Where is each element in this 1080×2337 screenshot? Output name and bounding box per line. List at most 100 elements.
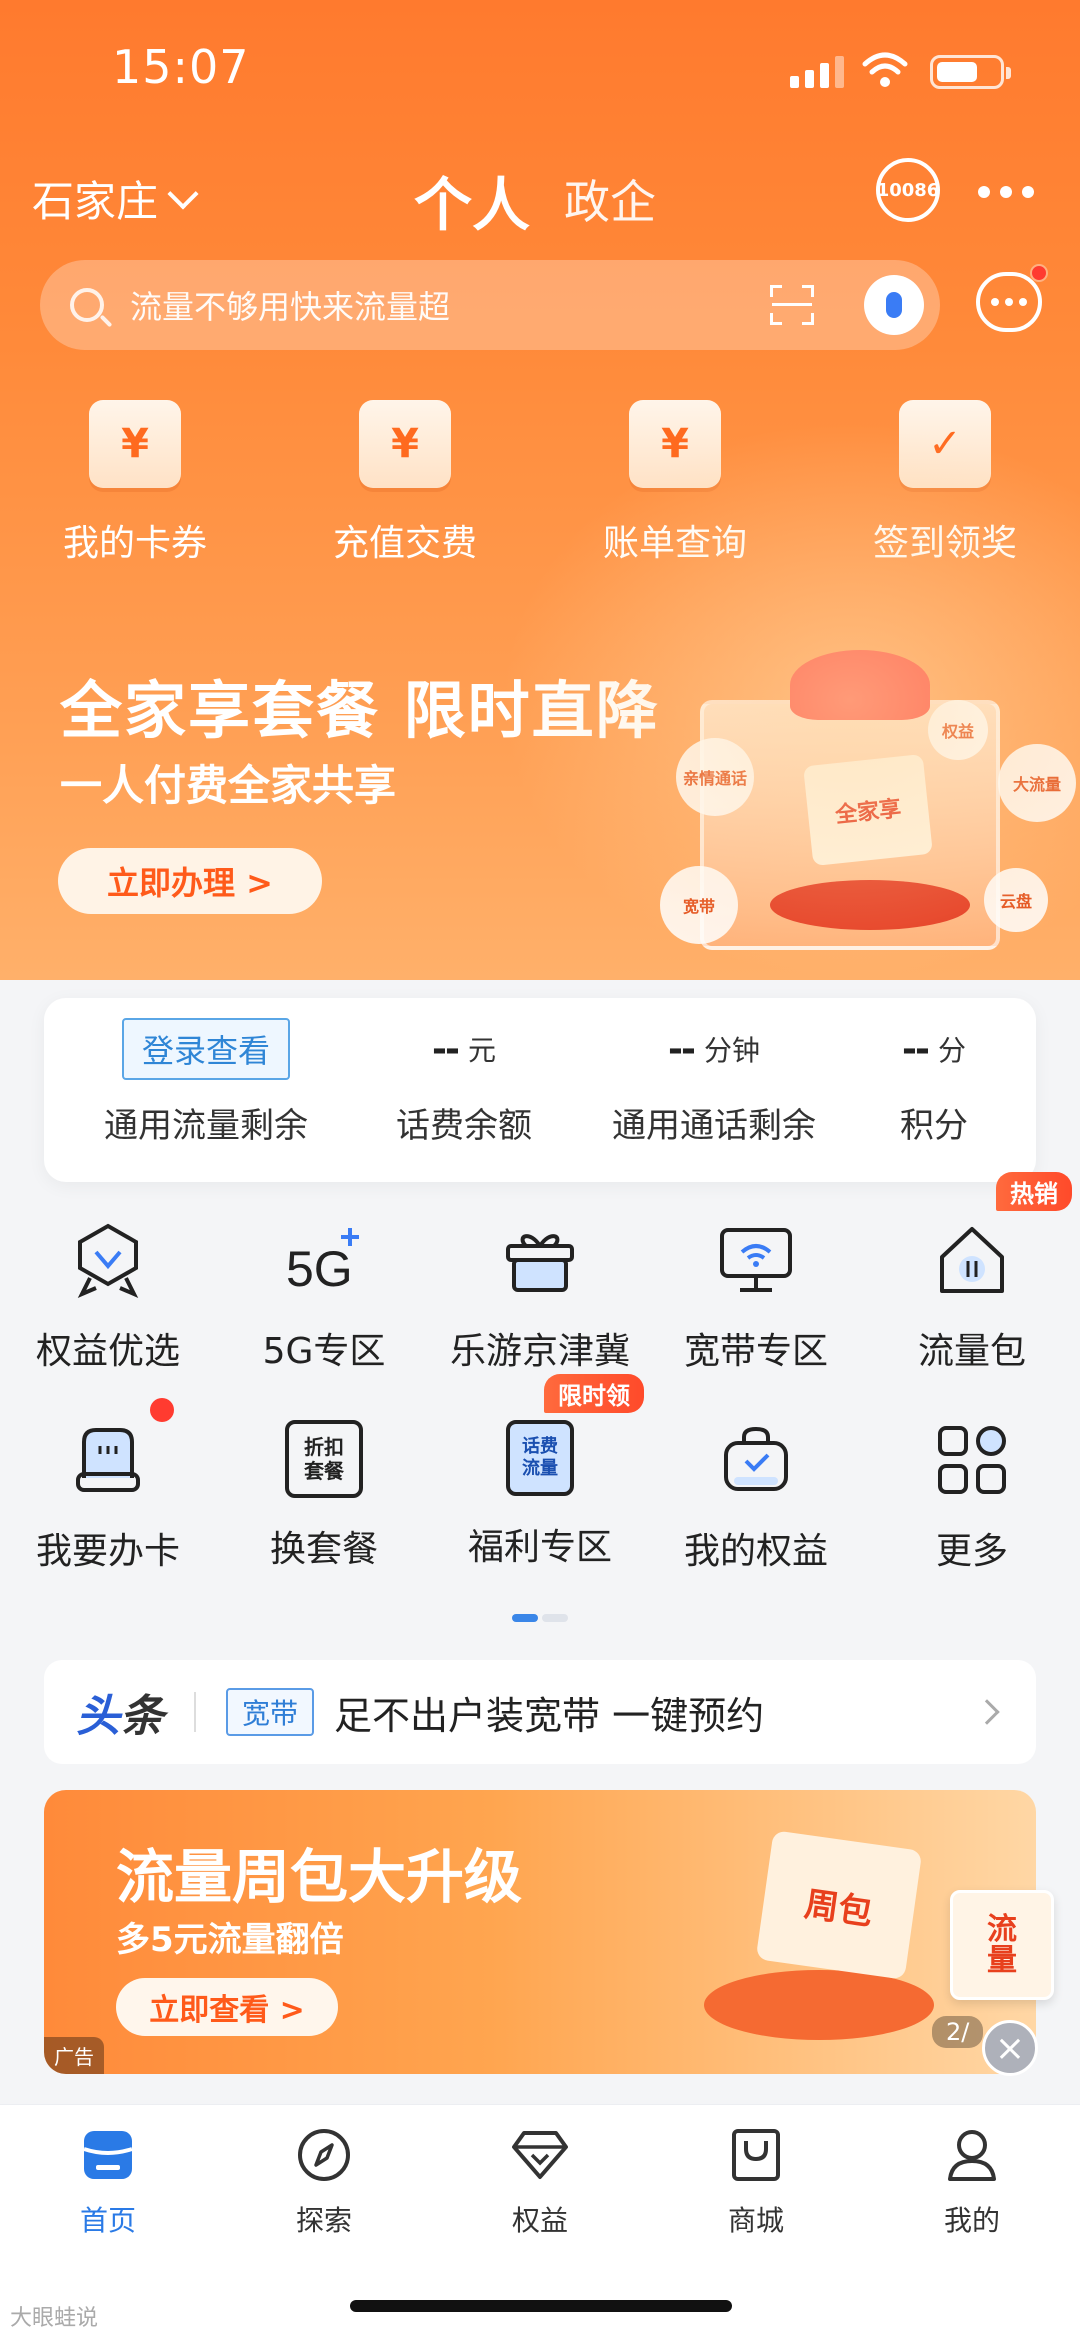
headline-logo: 头条: [76, 1691, 164, 1742]
service-label: 更多: [935, 1531, 1008, 1572]
quick-actions: ¥ 我的卡券 ¥ 充值交费 ¥ 账单查询 ✓ 签到领奖: [0, 400, 1080, 566]
quick-action-coupons[interactable]: ¥ 我的卡券: [0, 400, 270, 566]
service-label: 权益优选: [35, 1331, 180, 1372]
close-icon[interactable]: ×: [982, 2020, 1038, 2076]
stat-unit: 分: [937, 1034, 966, 1067]
floating-ad-text: 流量: [987, 1911, 1017, 1978]
service-label: 流量包: [917, 1331, 1026, 1372]
ad-view-button[interactable]: 立即查看 >: [116, 1978, 338, 2036]
service-5g-zone[interactable]: 5G 5G专区: [216, 1200, 432, 1400]
unread-dot: [1030, 264, 1048, 282]
ad-label: 广告: [44, 2037, 104, 2074]
bubble-broadband: 宽带: [660, 866, 738, 944]
ad-title: 流量周包大升级: [116, 1843, 523, 1911]
status-bar: 15:07: [0, 0, 1080, 140]
service-label: 我的权益: [683, 1531, 828, 1572]
quick-action-label: 充值交费: [332, 523, 477, 564]
quick-action-label: 签到领奖: [872, 523, 1017, 564]
tab-personal[interactable]: 个人: [414, 158, 530, 242]
hotline-10086-icon[interactable]: 10086: [876, 158, 940, 222]
my-benefits-icon: [716, 1420, 796, 1500]
service-my-benefits[interactable]: 我的权益: [648, 1400, 864, 1600]
ad-page-indicator: 2/: [932, 2016, 984, 2048]
service-benefits-select[interactable]: 权益优选: [0, 1200, 216, 1400]
service-label: 我要办卡: [35, 1531, 180, 1572]
icon-text: 折扣套餐: [304, 1435, 344, 1483]
service-travel-jjj[interactable]: 乐游京津冀: [432, 1200, 648, 1400]
ad-podium-illustration: [704, 1970, 934, 2040]
status-time: 15:07: [112, 40, 250, 94]
battery-icon: [930, 55, 1011, 89]
gift-bow-illustration: [790, 650, 930, 720]
service-grid: 权益优选 5G 5G专区 乐游京津冀 宽带专区 热销 流量包 我要办卡 折扣套餐…: [0, 1172, 1080, 1600]
podium-illustration: [770, 880, 970, 930]
nav-label: 权益: [511, 2204, 568, 2237]
watermark: 大眼蛙说: [10, 2306, 99, 2331]
5g-icon: 5G: [284, 1220, 364, 1300]
service-label: 乐游京津冀: [449, 1331, 630, 1372]
sim-card-icon: [68, 1420, 148, 1500]
scan-icon[interactable]: [770, 285, 814, 325]
nav-shop[interactable]: 商城: [648, 2125, 864, 2239]
city-selector[interactable]: 石家庄: [32, 168, 199, 229]
stat-number: --: [432, 1028, 460, 1070]
stat-call-remaining[interactable]: -- 分钟 通用通话剩余: [564, 1018, 864, 1147]
service-welfare-zone[interactable]: 限时领 话费流量 福利专区: [432, 1374, 648, 1600]
stat-value: -- 元: [432, 1018, 496, 1080]
stat-unit: 元: [467, 1034, 496, 1067]
quick-action-label: 账单查询: [602, 523, 747, 564]
more-menu-icon[interactable]: [978, 186, 1034, 198]
service-data-pack[interactable]: 热销 流量包: [864, 1172, 1080, 1400]
nav-explore[interactable]: 探索: [216, 2125, 432, 2239]
more-grid-icon: [932, 1420, 1012, 1500]
coupon-icon: ¥: [89, 400, 181, 488]
search-icon: [70, 288, 104, 322]
headline-tag: 宽带: [226, 1688, 315, 1736]
stat-points[interactable]: -- 分 积分: [844, 1018, 1024, 1147]
floating-data-ad[interactable]: 流量: [950, 1890, 1054, 2000]
signal-icon: [790, 56, 844, 88]
stat-unit: 分钟: [703, 1034, 760, 1067]
search-input[interactable]: 流量不够用快来流量超: [130, 282, 770, 328]
recharge-icon: ¥: [359, 400, 451, 488]
quick-action-recharge[interactable]: ¥ 充值交费: [270, 400, 540, 566]
hero-banner-subtitle: 一人付费全家共享: [60, 761, 397, 810]
gift-icon: [500, 1220, 580, 1300]
microphone-icon[interactable]: [864, 275, 924, 335]
service-more[interactable]: 更多: [864, 1400, 1080, 1600]
broadband-icon: [716, 1220, 796, 1300]
stat-balance[interactable]: -- 元 话费余额: [344, 1018, 584, 1147]
divider: [194, 1692, 196, 1732]
quick-action-bill[interactable]: ¥ 账单查询: [540, 400, 810, 566]
tab-enterprise[interactable]: 政企: [564, 166, 656, 232]
message-icon[interactable]: [976, 264, 1048, 332]
discount-plan-icon: 折扣套餐: [285, 1420, 363, 1498]
search-bar[interactable]: 流量不够用快来流量超: [40, 260, 940, 350]
service-change-plan[interactable]: 折扣套餐 换套餐: [216, 1400, 432, 1600]
grid-pager: [512, 1614, 568, 1622]
service-broadband-zone[interactable]: 宽带专区: [648, 1200, 864, 1400]
nav-label: 商城: [727, 2204, 784, 2237]
hero-banner-button[interactable]: 立即办理 >: [58, 848, 322, 914]
quick-action-checkin[interactable]: ✓ 签到领奖: [810, 400, 1080, 566]
stat-data-remaining[interactable]: 登录查看 通用流量剩余: [56, 1018, 356, 1147]
weekly-pack-illustration: 周包: [755, 1830, 923, 1980]
hot-sale-tag: 热销: [996, 1172, 1072, 1211]
ad-subtitle: 多5元流量翻倍: [116, 1920, 344, 1960]
service-apply-card[interactable]: 我要办卡: [0, 1398, 216, 1600]
home-indicator[interactable]: [350, 2300, 732, 2312]
nav-benefits[interactable]: 权益: [432, 2125, 648, 2239]
stat-label: 积分: [900, 1106, 968, 1146]
ad-banner[interactable]: 流量周包大升级 多5元流量翻倍 立即查看 > 周包 2/ 广告: [44, 1790, 1036, 2074]
stat-label: 通用流量剩余: [104, 1106, 308, 1146]
nav-label: 探索: [295, 2204, 352, 2237]
nav-mine[interactable]: 我的: [864, 2125, 1080, 2239]
nav-home[interactable]: 首页: [0, 2125, 216, 2239]
stat-number: --: [668, 1028, 696, 1070]
headline-news[interactable]: 头条 宽带 足不出户装宽带 一键预约: [44, 1660, 1036, 1764]
chevron-down-icon: [167, 177, 199, 210]
user-icon: [942, 2125, 1002, 2185]
family-card-illustration: 全家享: [803, 754, 933, 866]
login-view-button[interactable]: 登录查看: [121, 1018, 290, 1080]
bubble-family-call: 亲情通话: [676, 738, 754, 816]
